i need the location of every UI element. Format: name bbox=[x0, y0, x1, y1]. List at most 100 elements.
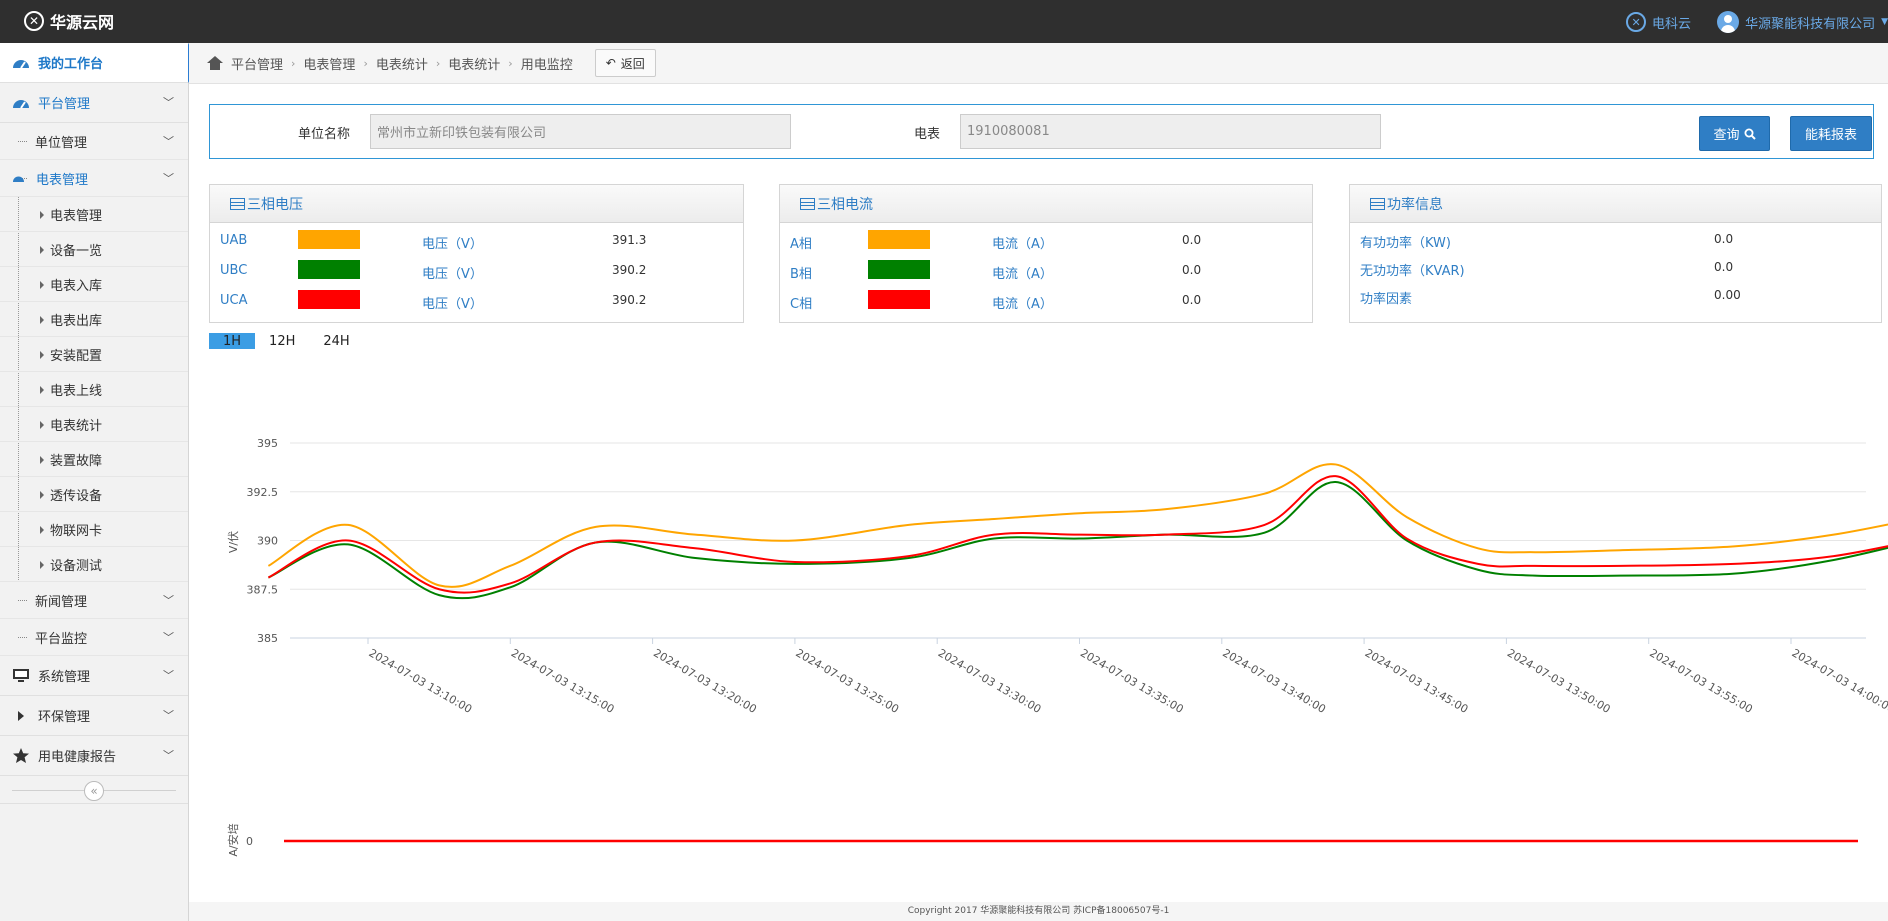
sidebar-label-meter-mgmt: 电表管理 bbox=[36, 172, 89, 188]
sidebar-item-workbench[interactable]: 我的工作台 bbox=[0, 43, 200, 83]
sidebar-label-news-mgmt: 新闻管理 bbox=[35, 594, 88, 610]
leaf-label: 电表上线 bbox=[50, 383, 103, 399]
table-icon bbox=[230, 197, 245, 210]
sidebar-label-platform-monitor: 平台监控 bbox=[35, 631, 88, 647]
tab-24h[interactable]: 24H bbox=[309, 333, 363, 349]
query-panel: 单位名称 常州市立新印铁包装有限公司 电表 1910080081 查询 能耗报表 bbox=[209, 104, 1874, 159]
sidebar-item-meter-mgmt[interactable]: 电表管理 ﹀ bbox=[0, 160, 188, 197]
meter-label: 电表 bbox=[914, 127, 941, 142]
sidebar-item-news-mgmt[interactable]: 新闻管理 ﹀ bbox=[0, 582, 188, 619]
query-button-label: 查询 bbox=[1713, 128, 1740, 143]
breadcrumb-item[interactable]: 电表管理 bbox=[303, 54, 355, 73]
voltage-row: UAB 电压（V） 391.3 bbox=[210, 225, 743, 255]
chevron-down-icon: ﹀ bbox=[163, 594, 174, 607]
sidebar-item-platform[interactable]: 平台管理 ﹀ bbox=[0, 83, 188, 123]
voltage-series-line bbox=[267, 480, 1888, 600]
sidebar-leaf-meter-out[interactable]: 电表出库 bbox=[0, 302, 188, 337]
current-rows: A相 电流（A） 0.0 B相 电流（A） 0.0 C相 电流（A） 0.0 bbox=[780, 223, 1312, 315]
breadcrumb-separator-icon: › bbox=[435, 56, 441, 70]
current-panel-header: 三相电流 bbox=[780, 185, 1312, 223]
app-logo[interactable]: ✕ 华源云网 bbox=[24, 9, 114, 33]
cloud-link[interactable]: ✕ 电科云 bbox=[1626, 12, 1691, 32]
current-panel-title: 三相电流 bbox=[817, 196, 873, 213]
measure-label: 电压（V） bbox=[422, 267, 483, 282]
measure-value: 391.3 bbox=[612, 233, 647, 247]
power-rows: 有功功率（KW) 0.0 无功功率（KVAR) 0.0 功率因素 0.00 bbox=[1350, 223, 1881, 309]
sidebar-item-health-report[interactable]: 用电健康报告 ﹀ bbox=[0, 736, 188, 776]
voltage-panel-header: 三相电压 bbox=[210, 185, 743, 223]
breadcrumb-item[interactable]: 平台管理 bbox=[231, 54, 283, 73]
voltage-panel-title: 三相电压 bbox=[247, 196, 303, 213]
phase-name: UBC bbox=[220, 263, 248, 278]
current-row: B相 电流（A） 0.0 bbox=[780, 255, 1312, 285]
breadcrumb-item[interactable]: 电表统计 bbox=[376, 54, 428, 73]
power-row: 有功功率（KW) 0.0 bbox=[1350, 225, 1881, 253]
power-row: 功率因素 0.00 bbox=[1350, 281, 1881, 309]
sidebar-item-env-mgmt[interactable]: 环保管理 ﹀ bbox=[0, 696, 188, 736]
sidebar-leaf-meter-in[interactable]: 电表入库 bbox=[0, 267, 188, 302]
breadcrumb: 平台管理 › 电表管理 › 电表统计 › 电表统计 › 用电监控 ↶ 返回 bbox=[189, 43, 1888, 84]
phase-name: C相 bbox=[790, 297, 813, 312]
collapse-sidebar-icon[interactable]: « bbox=[84, 781, 104, 801]
color-swatch bbox=[868, 230, 930, 249]
voltage-row: UBC 电压（V） 390.2 bbox=[210, 255, 743, 285]
voltage-panel: 三相电压 UAB 电压（V） 391.3 UBC 电压（V） 390.2 UCA… bbox=[209, 184, 744, 323]
x-tick-label: 2024-07-03 13:50:00 bbox=[1505, 646, 1613, 716]
color-swatch bbox=[868, 290, 930, 309]
measure-label: 电压（V） bbox=[422, 297, 483, 312]
sidebar-label-system-mgmt: 系统管理 bbox=[38, 670, 91, 685]
logo-text: 华源云网 bbox=[50, 13, 115, 32]
query-button[interactable]: 查询 bbox=[1699, 116, 1770, 151]
chevron-down-icon: ﹀ bbox=[163, 96, 174, 109]
measure-value: 0.0 bbox=[1182, 293, 1202, 307]
cloud-logo-icon: ✕ bbox=[1626, 12, 1647, 32]
caret-right-icon bbox=[18, 711, 24, 721]
search-icon bbox=[1744, 128, 1756, 140]
x-tick-label: 2024-07-03 14:00:00 bbox=[1790, 646, 1888, 716]
sidebar-leaf-meter-online[interactable]: 电表上线 bbox=[0, 372, 188, 407]
sidebar-leaf-install-config[interactable]: 安装配置 bbox=[0, 337, 188, 372]
energy-report-button[interactable]: 能耗报表 bbox=[1790, 116, 1872, 151]
sidebar-label-env-mgmt: 环保管理 bbox=[38, 710, 91, 725]
y-tick-label: 395 bbox=[257, 437, 278, 450]
user-menu[interactable]: 华源聚能科技有限公司 ▼ bbox=[1717, 11, 1888, 33]
tab-12h[interactable]: 12H bbox=[255, 333, 309, 349]
leaf-label: 电表统计 bbox=[50, 418, 103, 434]
x-tick-label: 2024-07-03 13:55:00 bbox=[1647, 646, 1755, 716]
sidebar-leaf-meter-stats[interactable]: 电表统计 bbox=[0, 407, 188, 442]
unit-name-label: 单位名称 bbox=[298, 127, 351, 142]
sidebar-leaf-device-test[interactable]: 设备测试 bbox=[0, 547, 188, 582]
home-icon[interactable] bbox=[207, 56, 223, 70]
leaf-label: 安装配置 bbox=[50, 348, 103, 364]
power-panel: 功率信息 有功功率（KW) 0.0 无功功率（KVAR) 0.0 功率因素 0.… bbox=[1349, 184, 1882, 323]
tab-1h[interactable]: 1H bbox=[209, 333, 256, 349]
leaf-label: 透传设备 bbox=[50, 488, 103, 504]
power-name: 有功功率（KW) bbox=[1360, 236, 1451, 251]
sidebar-item-system-mgmt[interactable]: 系统管理 ﹀ bbox=[0, 656, 188, 696]
y-tick-label: 390 bbox=[257, 535, 278, 548]
sidebar-leaf-meter-mgmt[interactable]: 电表管理 bbox=[0, 197, 188, 232]
sidebar-leaf-passthrough[interactable]: 透传设备 bbox=[0, 477, 188, 512]
leaf-label: 装置故障 bbox=[50, 453, 103, 469]
sidebar-leaf-device-list[interactable]: 设备一览 bbox=[0, 232, 188, 267]
measure-value: 0.0 bbox=[1182, 263, 1202, 277]
power-row: 无功功率（KVAR) 0.0 bbox=[1350, 253, 1881, 281]
chevron-down-icon: ﹀ bbox=[163, 669, 174, 682]
unit-name-field[interactable]: 常州市立新印铁包装有限公司 bbox=[370, 114, 791, 149]
breadcrumb-item[interactable]: 电表统计 bbox=[448, 54, 500, 73]
back-button[interactable]: ↶ 返回 bbox=[594, 49, 656, 77]
range-tabs: 1H 12H 24H bbox=[209, 333, 364, 349]
sidebar-item-platform-monitor[interactable]: 平台监控 ﹀ bbox=[0, 619, 188, 656]
meter-field[interactable]: 1910080081 bbox=[960, 114, 1381, 149]
y-axis-title: V/伏 bbox=[226, 531, 240, 553]
power-value: 0.00 bbox=[1714, 288, 1741, 302]
current-panel: 三相电流 A相 电流（A） 0.0 B相 电流（A） 0.0 C相 电流（A） … bbox=[779, 184, 1313, 323]
sidebar-item-unit-mgmt[interactable]: 单位管理 ﹀ bbox=[0, 123, 188, 160]
chevron-down-icon: ﹀ bbox=[163, 749, 174, 762]
dashboard-icon bbox=[13, 176, 24, 182]
sidebar-leaf-device-fault[interactable]: 装置故障 bbox=[0, 442, 188, 477]
sidebar-label-health-report: 用电健康报告 bbox=[38, 750, 117, 765]
breadcrumb-separator-icon: › bbox=[291, 56, 296, 70]
sidebar-leaf-iot-card[interactable]: 物联网卡 bbox=[0, 512, 188, 547]
chevron-down-icon: ﹀ bbox=[163, 631, 174, 644]
